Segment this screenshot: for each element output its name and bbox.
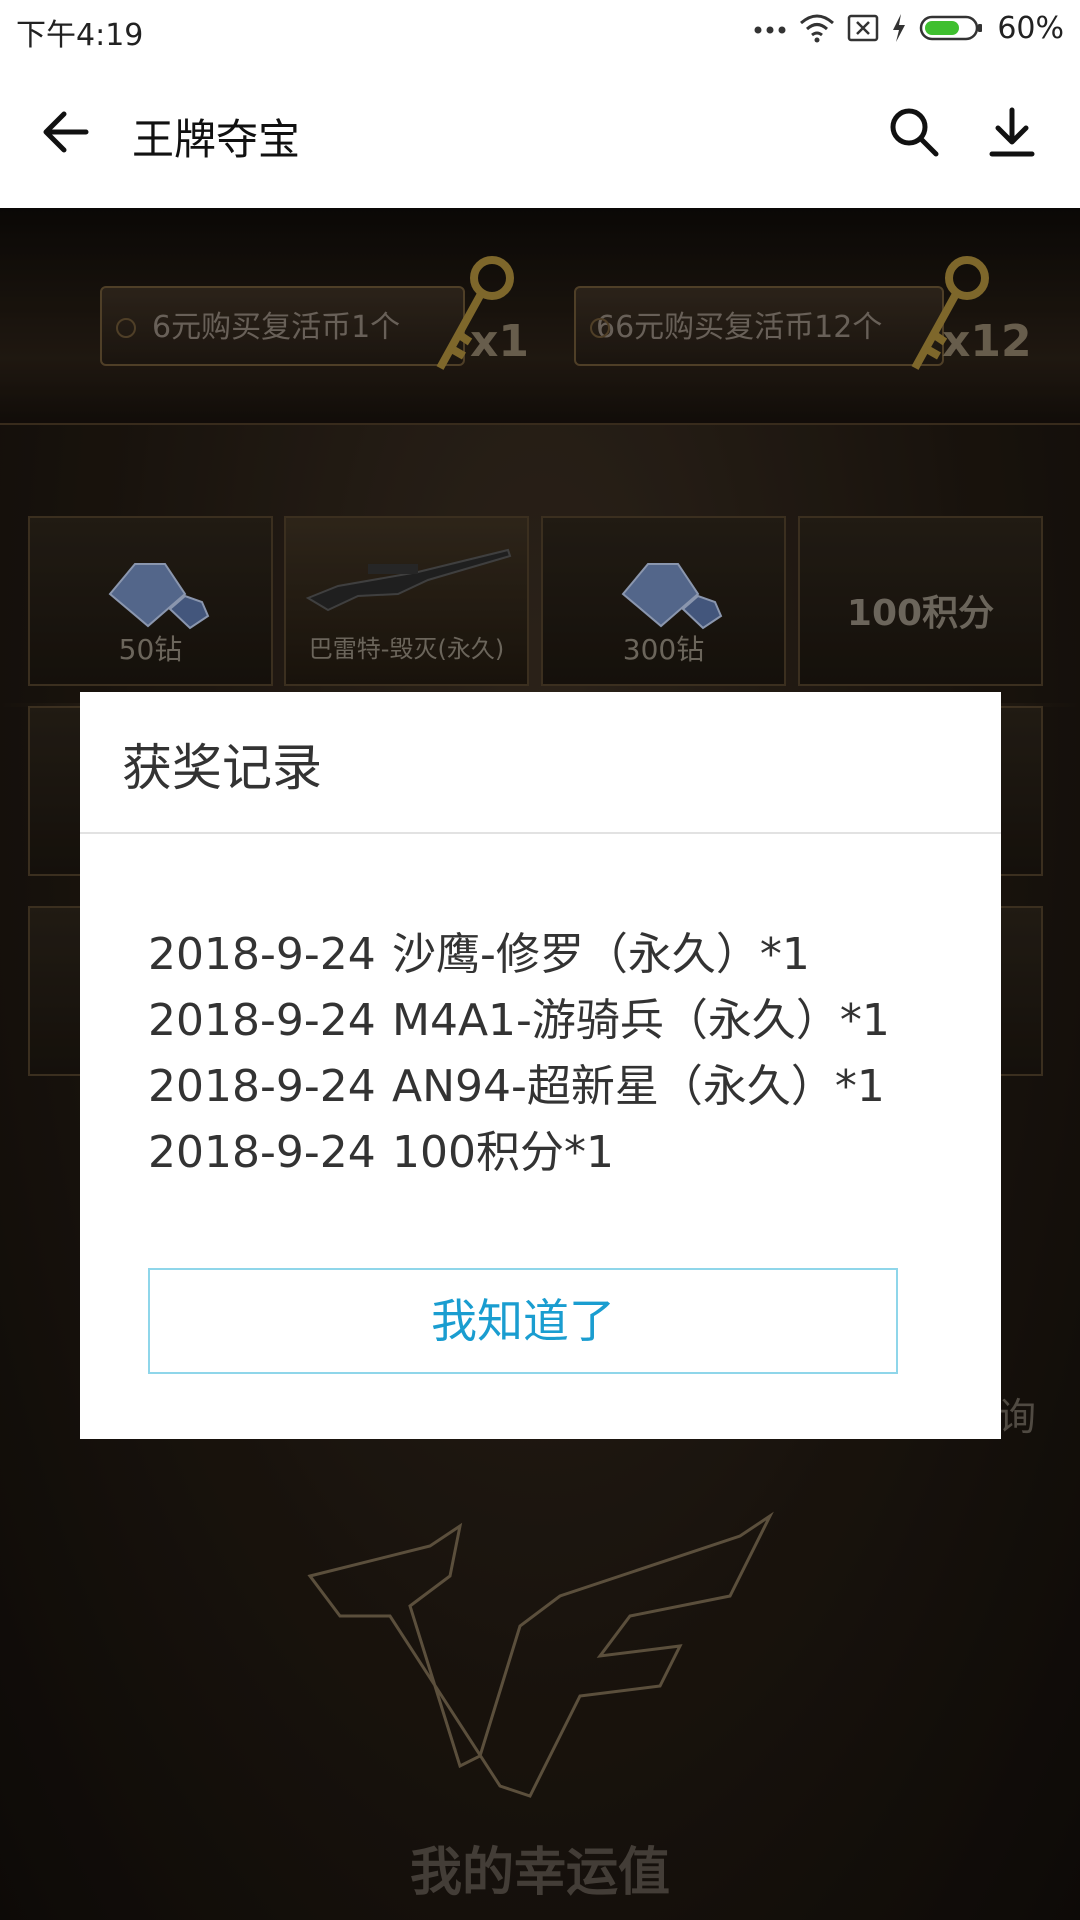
confirm-button[interactable]: 我知道了: [148, 1268, 898, 1374]
record-date: 2018-9-24: [148, 1061, 376, 1112]
record-date: 2018-9-24: [148, 929, 376, 980]
status-icons: 60%: [753, 8, 1064, 48]
sim-off-icon: [848, 14, 879, 42]
record-row: 2018-9-24 100积分*1: [148, 1116, 890, 1182]
status-time: 下午4:19: [16, 18, 144, 53]
download-icon[interactable]: [984, 104, 1040, 160]
back-arrow-icon[interactable]: [38, 104, 94, 160]
battery-percent: 60%: [997, 10, 1064, 46]
record-item: AN94-超新星（永久）*1: [392, 1061, 885, 1112]
record-row: 2018-9-24 AN94-超新星（永久）*1: [148, 1050, 890, 1116]
search-icon[interactable]: [886, 104, 942, 160]
dialog-divider: [80, 832, 1001, 834]
record-item: 100积分*1: [392, 1127, 614, 1178]
record-list: 2018-9-24 沙鹰-修罗（永久）*1 2018-9-24 M4A1-游骑兵（永…: [148, 918, 890, 1182]
charging-icon: [893, 14, 906, 42]
prize-record-dialog: 获奖记录 2018-9-24 沙鹰-修罗（永久）*1 2018-9-24 M4A1-…: [80, 692, 1001, 1439]
record-date: 2018-9-24: [148, 995, 376, 1046]
dialog-title: 获奖记录: [122, 739, 322, 797]
app-header: 王牌夺宝: [0, 56, 1080, 209]
record-item: 沙鹰-修罗（永久）*1: [392, 929, 810, 980]
record-date: 2018-9-24: [148, 1127, 376, 1178]
status-bar: 下午4:19 60%: [0, 0, 1080, 56]
record-item: M4A1-游骑兵（永久）*1: [392, 995, 890, 1046]
battery-icon: [920, 15, 983, 41]
record-row: 2018-9-24 沙鹰-修罗（永久）*1: [148, 918, 890, 984]
wifi-icon: [800, 14, 835, 43]
record-row: 2018-9-24 M4A1-游骑兵（永久）*1: [148, 984, 890, 1050]
page-title: 王牌夺宝: [132, 115, 301, 164]
more-dots-icon: [754, 26, 786, 34]
